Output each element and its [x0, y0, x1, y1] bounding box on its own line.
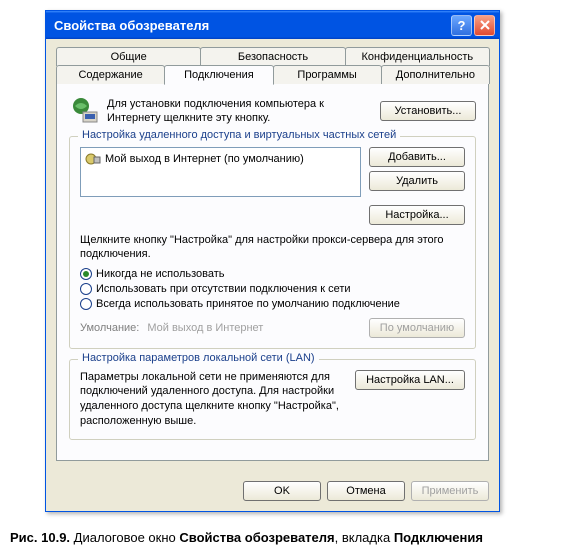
settings-button[interactable]: Настройка... — [369, 205, 465, 225]
tab-strip: Общие Безопасность Конфиденциальность Со… — [56, 47, 489, 461]
connections-listbox[interactable]: Мой выход в Интернет (по умолчанию) — [80, 147, 361, 197]
titlebar[interactable]: Свойства обозревателя ? — [46, 11, 499, 39]
tab-programs[interactable]: Программы — [273, 65, 382, 84]
radio-label: Использовать при отсутствии подключения … — [96, 283, 351, 295]
default-value: Мой выход в Интернет — [147, 322, 361, 334]
default-row: Умолчание: Мой выход в Интернет По умолч… — [80, 318, 465, 338]
dialog-content: Общие Безопасность Конфиденциальность Со… — [46, 39, 499, 471]
connection-icon — [85, 151, 101, 167]
tab-connections[interactable]: Подключения — [164, 65, 273, 85]
apply-button: Применить — [411, 481, 489, 501]
radio-icon — [80, 268, 92, 280]
radio-label: Всегда использовать принятое по умолчани… — [96, 298, 400, 310]
dialog-window: Свойства обозревателя ? Общие Безопаснос… — [45, 10, 500, 512]
radio-always[interactable]: Всегда использовать принятое по умолчани… — [80, 298, 465, 310]
caption-mid2: , вкладка — [335, 530, 394, 545]
dialup-group-title: Настройка удаленного доступа и виртуальн… — [78, 129, 400, 141]
tab-panel-connections: Для установки подключения компьютера к И… — [56, 83, 489, 461]
list-item[interactable]: Мой выход в Интернет (по умолчанию) — [83, 150, 358, 168]
set-default-button: По умолчанию — [369, 318, 465, 338]
help-button[interactable]: ? — [451, 15, 472, 36]
globe-wizard-icon — [69, 96, 99, 126]
lan-group: Настройка параметров локальной сети (LAN… — [69, 359, 476, 440]
tab-privacy[interactable]: Конфиденциальность — [345, 47, 490, 66]
close-button[interactable] — [474, 15, 495, 36]
caption-b2: Подключения — [394, 530, 483, 545]
lan-settings-button[interactable]: Настройка LAN... — [355, 370, 465, 390]
add-button[interactable]: Добавить... — [369, 147, 465, 167]
figure-caption: Рис. 10.9. Диалоговое окно Свойства обоз… — [10, 530, 572, 545]
radio-icon — [80, 283, 92, 295]
radio-icon — [80, 298, 92, 310]
tab-general[interactable]: Общие — [56, 47, 201, 66]
caption-prefix: Рис. 10.9. — [10, 530, 70, 545]
setup-button[interactable]: Установить... — [380, 101, 476, 121]
tab-content[interactable]: Содержание — [56, 65, 165, 84]
lan-group-title: Настройка параметров локальной сети (LAN… — [78, 352, 319, 364]
close-icon — [480, 20, 490, 30]
caption-b1: Свойства обозревателя — [179, 530, 334, 545]
radio-never[interactable]: Никогда не использовать — [80, 268, 465, 280]
dialup-group: Настройка удаленного доступа и виртуальн… — [69, 136, 476, 349]
cancel-button[interactable]: Отмена — [327, 481, 405, 501]
dialog-footer: OK Отмена Применить — [46, 471, 499, 511]
lan-text: Параметры локальной сети не применяются … — [80, 370, 347, 429]
list-item-label: Мой выход в Интернет (по умолчанию) — [105, 153, 304, 165]
default-label: Умолчание: — [80, 322, 139, 334]
setup-text: Для установки подключения компьютера к И… — [107, 97, 372, 126]
proxy-hint: Щелкните кнопку "Настройка" для настройк… — [80, 233, 465, 262]
radio-label: Никогда не использовать — [96, 268, 225, 280]
window-title: Свойства обозревателя — [54, 18, 449, 33]
tab-advanced[interactable]: Дополнительно — [381, 65, 490, 84]
caption-mid1: Диалоговое окно — [70, 530, 179, 545]
radio-when-no-network[interactable]: Использовать при отсутствии подключения … — [80, 283, 465, 295]
ok-button[interactable]: OK — [243, 481, 321, 501]
setup-row: Для установки подключения компьютера к И… — [69, 96, 476, 126]
tab-security[interactable]: Безопасность — [200, 47, 345, 66]
remove-button[interactable]: Удалить — [369, 171, 465, 191]
